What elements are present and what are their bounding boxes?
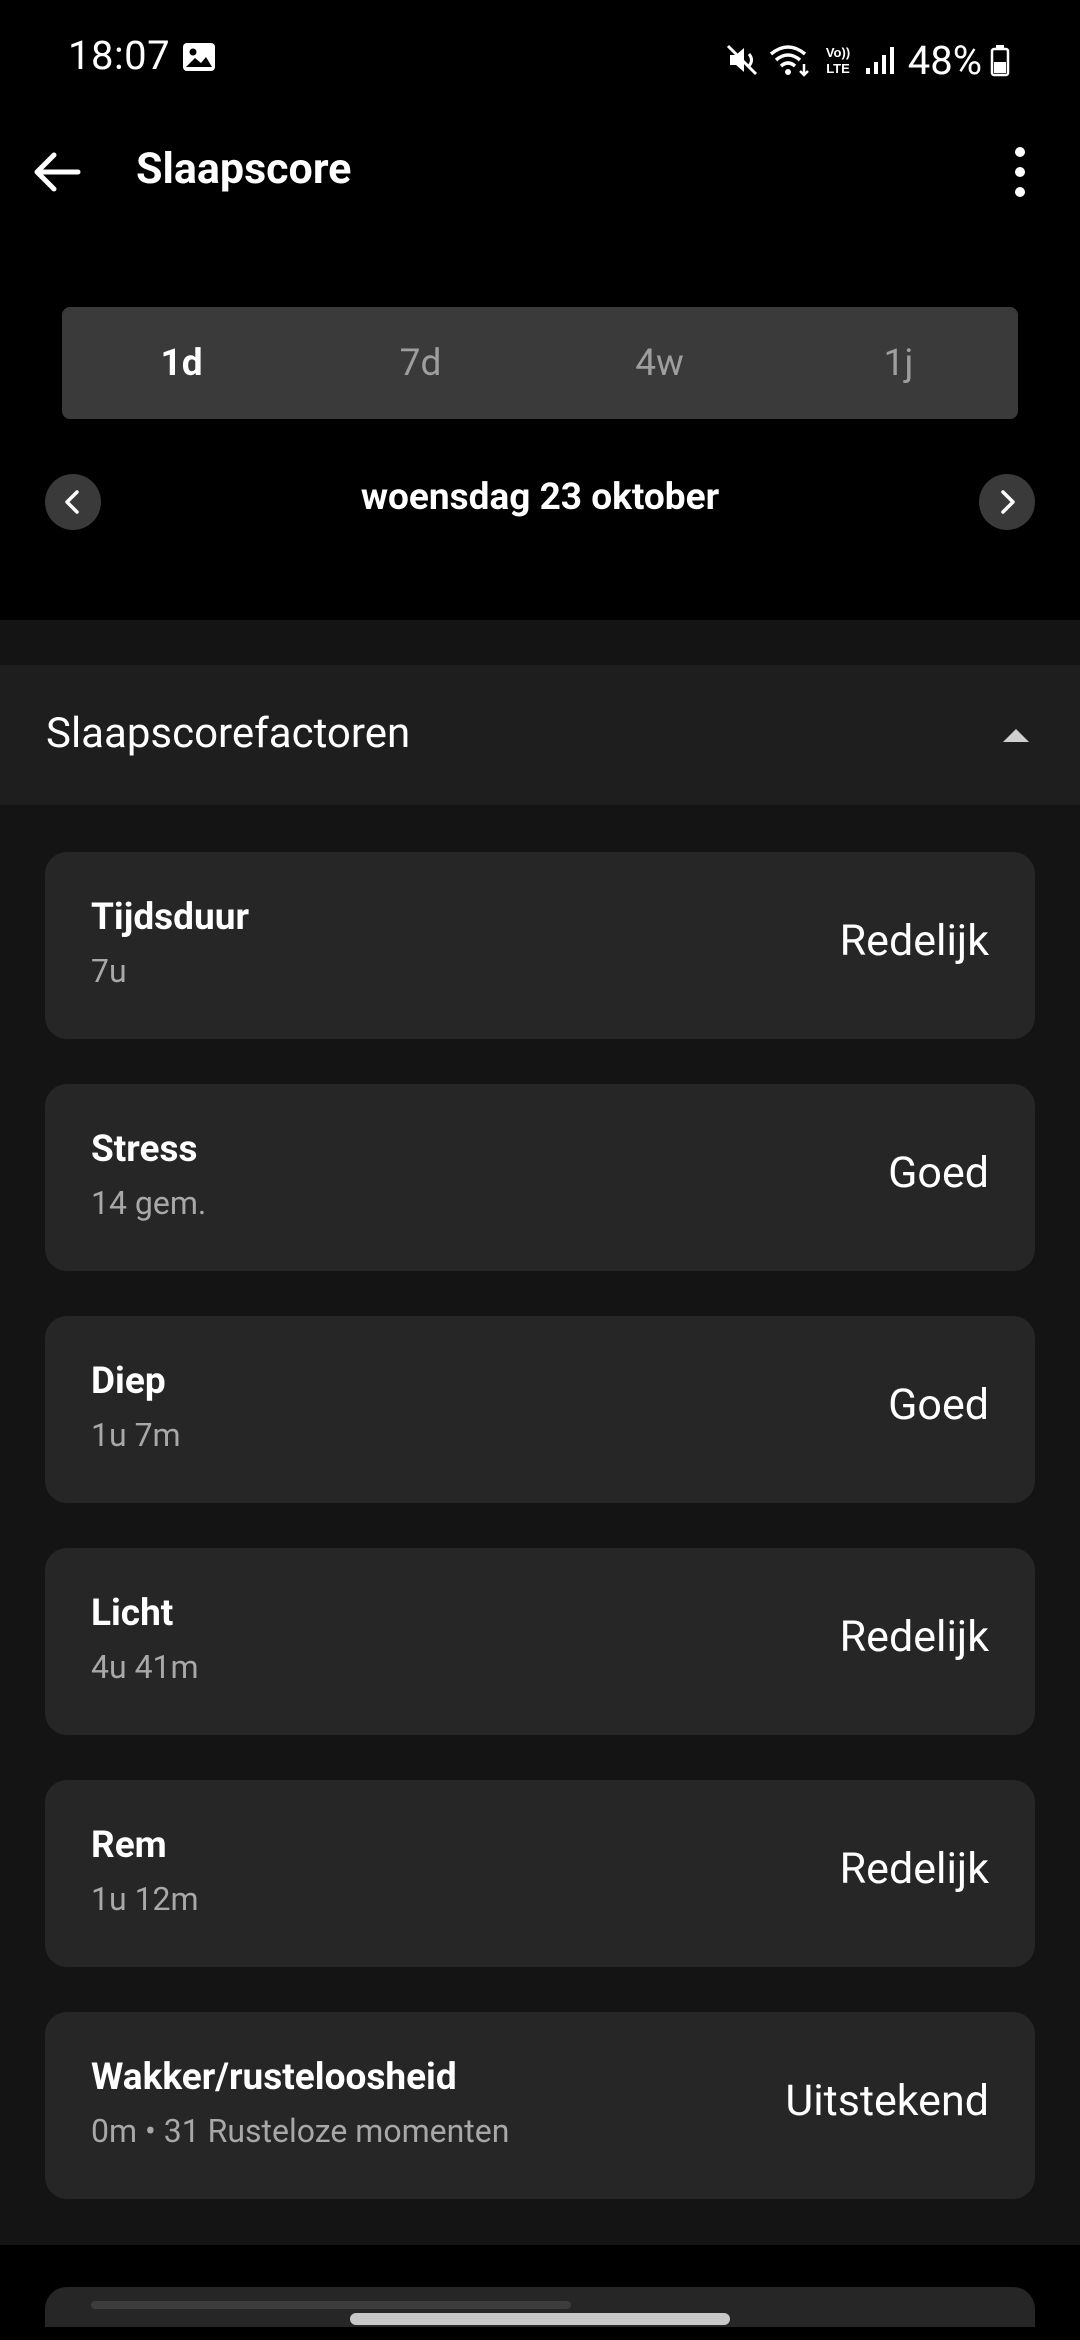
battery-percentage: 48% [907,36,982,84]
factor-rating: Redelijk [839,916,989,966]
tab-7d[interactable]: 7d [301,307,540,419]
status-bar: 18:07 Vo)) LTE 48% [0,0,1080,120]
more-vertical-icon [1015,147,1025,197]
date-navigation: woensdag 23 oktober [0,460,1080,540]
section-title: Slaapscorefactoren [46,709,411,758]
factor-rating: Redelijk [839,1612,989,1662]
factor-value: 0m • 31 Rusteloze momenten [91,2112,510,2150]
svg-text:LTE: LTE [826,61,850,76]
collapse-button[interactable] [992,711,1040,759]
date-label: woensdag 23 oktober [360,476,720,519]
arrow-back-icon [34,152,81,192]
section-header[interactable]: Slaapscorefactoren [0,665,1080,805]
factor-card-diep[interactable]: Diep 1u 7m Goed [45,1316,1035,1503]
status-icons: Vo)) LTE 48% [724,30,1010,90]
wifi-icon [768,42,812,78]
factor-value: 14 gem. [91,1184,207,1222]
factor-card-rem[interactable]: Rem 1u 12m Redelijk [45,1780,1035,1967]
caret-up-icon [1003,729,1029,742]
factor-value: 4u 41m [91,1648,199,1686]
factor-rating: Uitstekend [785,2076,989,2126]
app-bar: Slaapscore [0,120,1080,225]
factor-name: Wakker/rusteloosheid [91,2056,457,2099]
image-icon [182,42,216,72]
next-card-placeholder [91,2301,571,2309]
factor-rating: Redelijk [839,1844,989,1894]
chevron-right-icon [1001,490,1015,514]
signal-icon [864,42,896,78]
factor-card-tijdsduur[interactable]: Tijdsduur 7u Redelijk [45,852,1035,1039]
page-title: Slaapscore [136,144,352,194]
battery-icon [990,42,1010,78]
tab-1j[interactable]: 1j [779,307,1018,419]
factor-value: 1u 12m [91,1880,199,1918]
mute-icon [724,42,760,78]
factor-card-licht[interactable]: Licht 4u 41m Redelijk [45,1548,1035,1735]
period-tabs: 1d 7d 4w 1j [62,307,1018,419]
tab-4w[interactable]: 4w [540,307,779,419]
factor-value: 7u [91,952,127,990]
factor-name: Rem [91,1824,167,1867]
factor-name: Licht [91,1592,174,1635]
more-options-button[interactable] [990,142,1050,202]
volte-icon: Vo)) LTE [820,42,856,78]
back-button[interactable] [28,142,88,202]
tab-1d[interactable]: 1d [62,307,301,419]
status-time: 18:07 [68,32,171,79]
factor-card-wakker[interactable]: Wakker/rusteloosheid 0m • 31 Rusteloze m… [45,2012,1035,2199]
factor-rating: Goed [888,1380,989,1430]
factor-rating: Goed [888,1148,989,1198]
factor-name: Stress [91,1128,198,1171]
factor-name: Tijdsduur [91,896,250,939]
svg-text:Vo)): Vo)) [826,45,850,60]
factor-name: Diep [91,1360,166,1403]
home-indicator[interactable] [350,2313,730,2325]
next-date-button[interactable] [979,474,1035,530]
factor-value: 1u 7m [91,1416,181,1454]
factor-card-stress[interactable]: Stress 14 gem. Goed [45,1084,1035,1271]
